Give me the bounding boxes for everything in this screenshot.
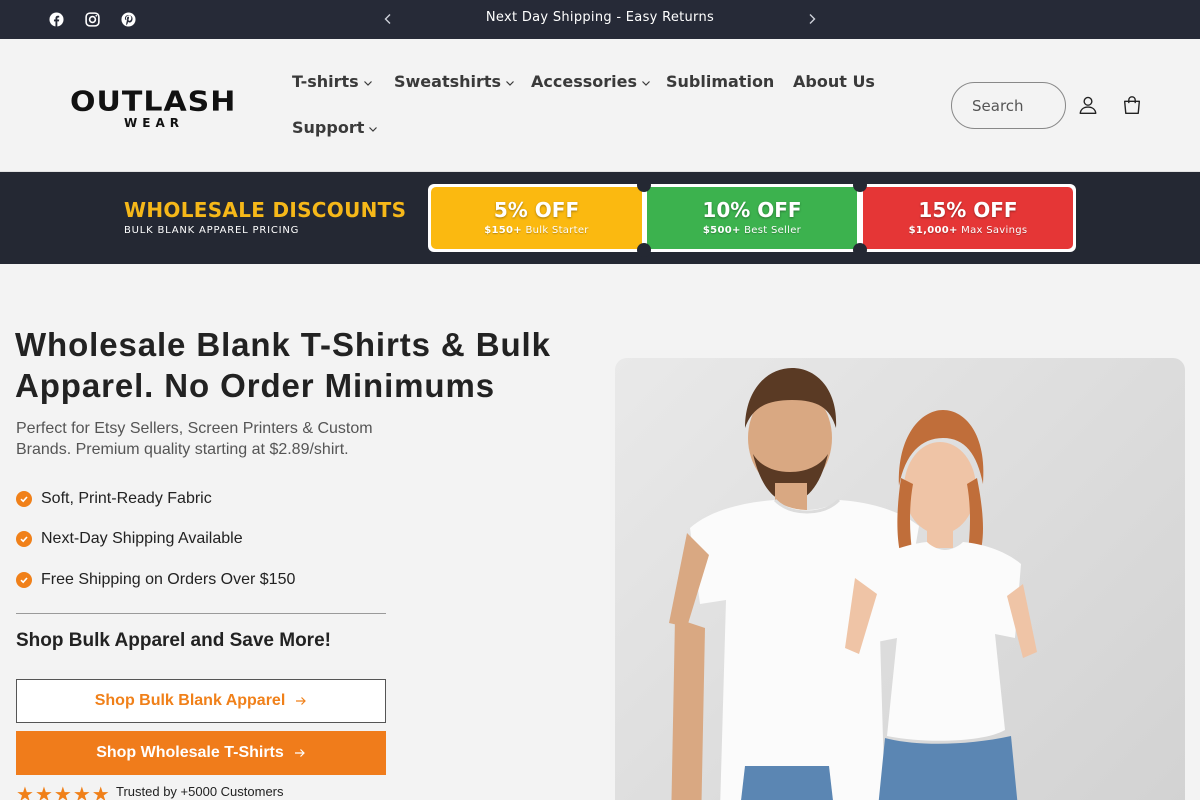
- feature-item: Free Shipping on Orders Over $150: [16, 569, 295, 591]
- nav-item-support[interactable]: Support: [292, 115, 378, 141]
- tier-percent: 5% OFF: [493, 198, 580, 222]
- tier-detail: $500+ Best Seller: [703, 224, 801, 238]
- nav-item-sweatshirts[interactable]: Sweatshirts: [394, 69, 515, 95]
- feature-label: Free Shipping on Orders Over $150: [41, 571, 296, 588]
- nav-item-tshirts[interactable]: T-shirts: [292, 69, 373, 95]
- pinterest-icon[interactable]: [116, 0, 140, 39]
- check-circle-icon: [16, 531, 32, 547]
- ticket-notch: [637, 178, 651, 192]
- discount-tier-5: 5% OFF $150+ Bulk Starter: [431, 187, 642, 249]
- hero-image-couple-white-tshirts: [615, 358, 1185, 800]
- account-icon[interactable]: [1076, 93, 1100, 117]
- logo-wordmark: OUTLASH: [70, 85, 237, 118]
- feature-label: Next-Day Shipping Available: [41, 530, 243, 547]
- hero-title: Wholesale Blank T-Shirts & Bulk Apparel.…: [15, 326, 551, 404]
- tier-threshold: $500+: [702, 225, 741, 236]
- discount-tier-10: 10% OFF $500+ Best Seller: [647, 187, 857, 249]
- trusted-text: Trusted by +5000 Customers: [116, 784, 284, 799]
- site-logo[interactable]: OUTLASH WEAR: [70, 85, 237, 133]
- star-icon: ★: [34, 782, 53, 800]
- nav-item-label: Support: [292, 118, 365, 137]
- star-icon: ★: [16, 782, 34, 800]
- facebook-icon[interactable]: [44, 0, 68, 39]
- chevron-down-icon: [363, 80, 372, 86]
- button-label: Shop Wholesale T-Shirts: [96, 744, 284, 761]
- search-label: Search: [972, 96, 1024, 115]
- star-icon: ★: [72, 782, 91, 800]
- check-circle-icon: [16, 572, 32, 588]
- arrow-right-icon: [294, 749, 305, 757]
- tier-label: Bulk Starter: [525, 225, 589, 236]
- rating-stars: ★ ★ ★ ★ ★: [16, 782, 110, 800]
- cart-icon[interactable]: [1120, 93, 1144, 117]
- nav-item-label: T-shirts: [292, 72, 359, 91]
- tier-threshold: $1,000+: [908, 225, 958, 236]
- feature-label: Soft, Print-Ready Fabric: [41, 490, 212, 507]
- announcement-text: Next Day Shipping - Easy Returns: [485, 10, 715, 25]
- site-header: OUTLASH WEAR T-shirts Sweatshirts Access…: [0, 39, 1200, 172]
- hero-divider: [16, 613, 386, 614]
- tier-detail: $1,000+ Max Savings: [909, 224, 1028, 238]
- ticket-notch: [853, 243, 867, 257]
- nav-item-accessories[interactable]: Accessories: [531, 69, 651, 95]
- shop-bulk-blank-apparel-button[interactable]: Shop Bulk Blank Apparel: [16, 679, 386, 723]
- nav-item-about-us[interactable]: About Us: [793, 69, 875, 95]
- banner-subtitle: BULK BLANK APPAREL PRICING: [124, 225, 300, 236]
- nav-item-label: Sweatshirts: [394, 72, 502, 91]
- chevron-down-icon: [506, 80, 514, 86]
- discount-tiers: 5% OFF $150+ Bulk Starter 10% OFF $500+ …: [428, 178, 1076, 257]
- ticket-notch: [853, 178, 867, 192]
- tier-threshold: $150+: [484, 225, 522, 236]
- tier-detail: $150+ Bulk Starter: [484, 224, 588, 238]
- ticket-notch: [637, 243, 651, 257]
- star-icon: ★: [53, 782, 72, 800]
- nav-item-sublimation[interactable]: Sublimation: [666, 69, 774, 95]
- announcement-next-arrow-icon[interactable]: [802, 9, 822, 29]
- chevron-down-icon: [642, 80, 650, 86]
- star-icon: ★: [91, 782, 110, 800]
- search-input[interactable]: Search: [951, 82, 1066, 129]
- tier-percent: 15% OFF: [918, 198, 1018, 222]
- logo-subtitle: WEAR: [124, 116, 184, 130]
- shop-wholesale-tshirts-button[interactable]: Shop Wholesale T-Shirts: [16, 731, 386, 775]
- tier-label: Best Seller: [744, 225, 802, 236]
- announcement-bar: Next Day Shipping - Easy Returns: [0, 0, 1200, 39]
- shop-heading: Shop Bulk Apparel and Save More!: [16, 630, 331, 651]
- nav-item-label: Sublimation: [666, 72, 775, 91]
- button-label: Shop Bulk Blank Apparel: [94, 692, 286, 709]
- feature-item: Next-Day Shipping Available: [16, 528, 243, 550]
- tier-label: Max Savings: [961, 225, 1028, 236]
- nav-item-label: About Us: [793, 72, 875, 91]
- chevron-down-icon: [369, 126, 378, 132]
- tier-percent: 10% OFF: [702, 198, 802, 222]
- banner-title: WHOLESALE DISCOUNTS: [124, 198, 407, 222]
- nav-item-label: Accessories: [531, 72, 637, 91]
- hero-description: Perfect for Etsy Sellers, Screen Printer…: [16, 420, 373, 458]
- check-circle-icon: [16, 491, 32, 507]
- arrow-right-icon: [296, 697, 307, 705]
- announcement-prev-arrow-icon[interactable]: [378, 9, 398, 29]
- instagram-icon[interactable]: [80, 0, 104, 39]
- discount-tier-15: 15% OFF $1,000+ Max Savings: [863, 187, 1073, 249]
- feature-item: Soft, Print-Ready Fabric: [16, 488, 212, 510]
